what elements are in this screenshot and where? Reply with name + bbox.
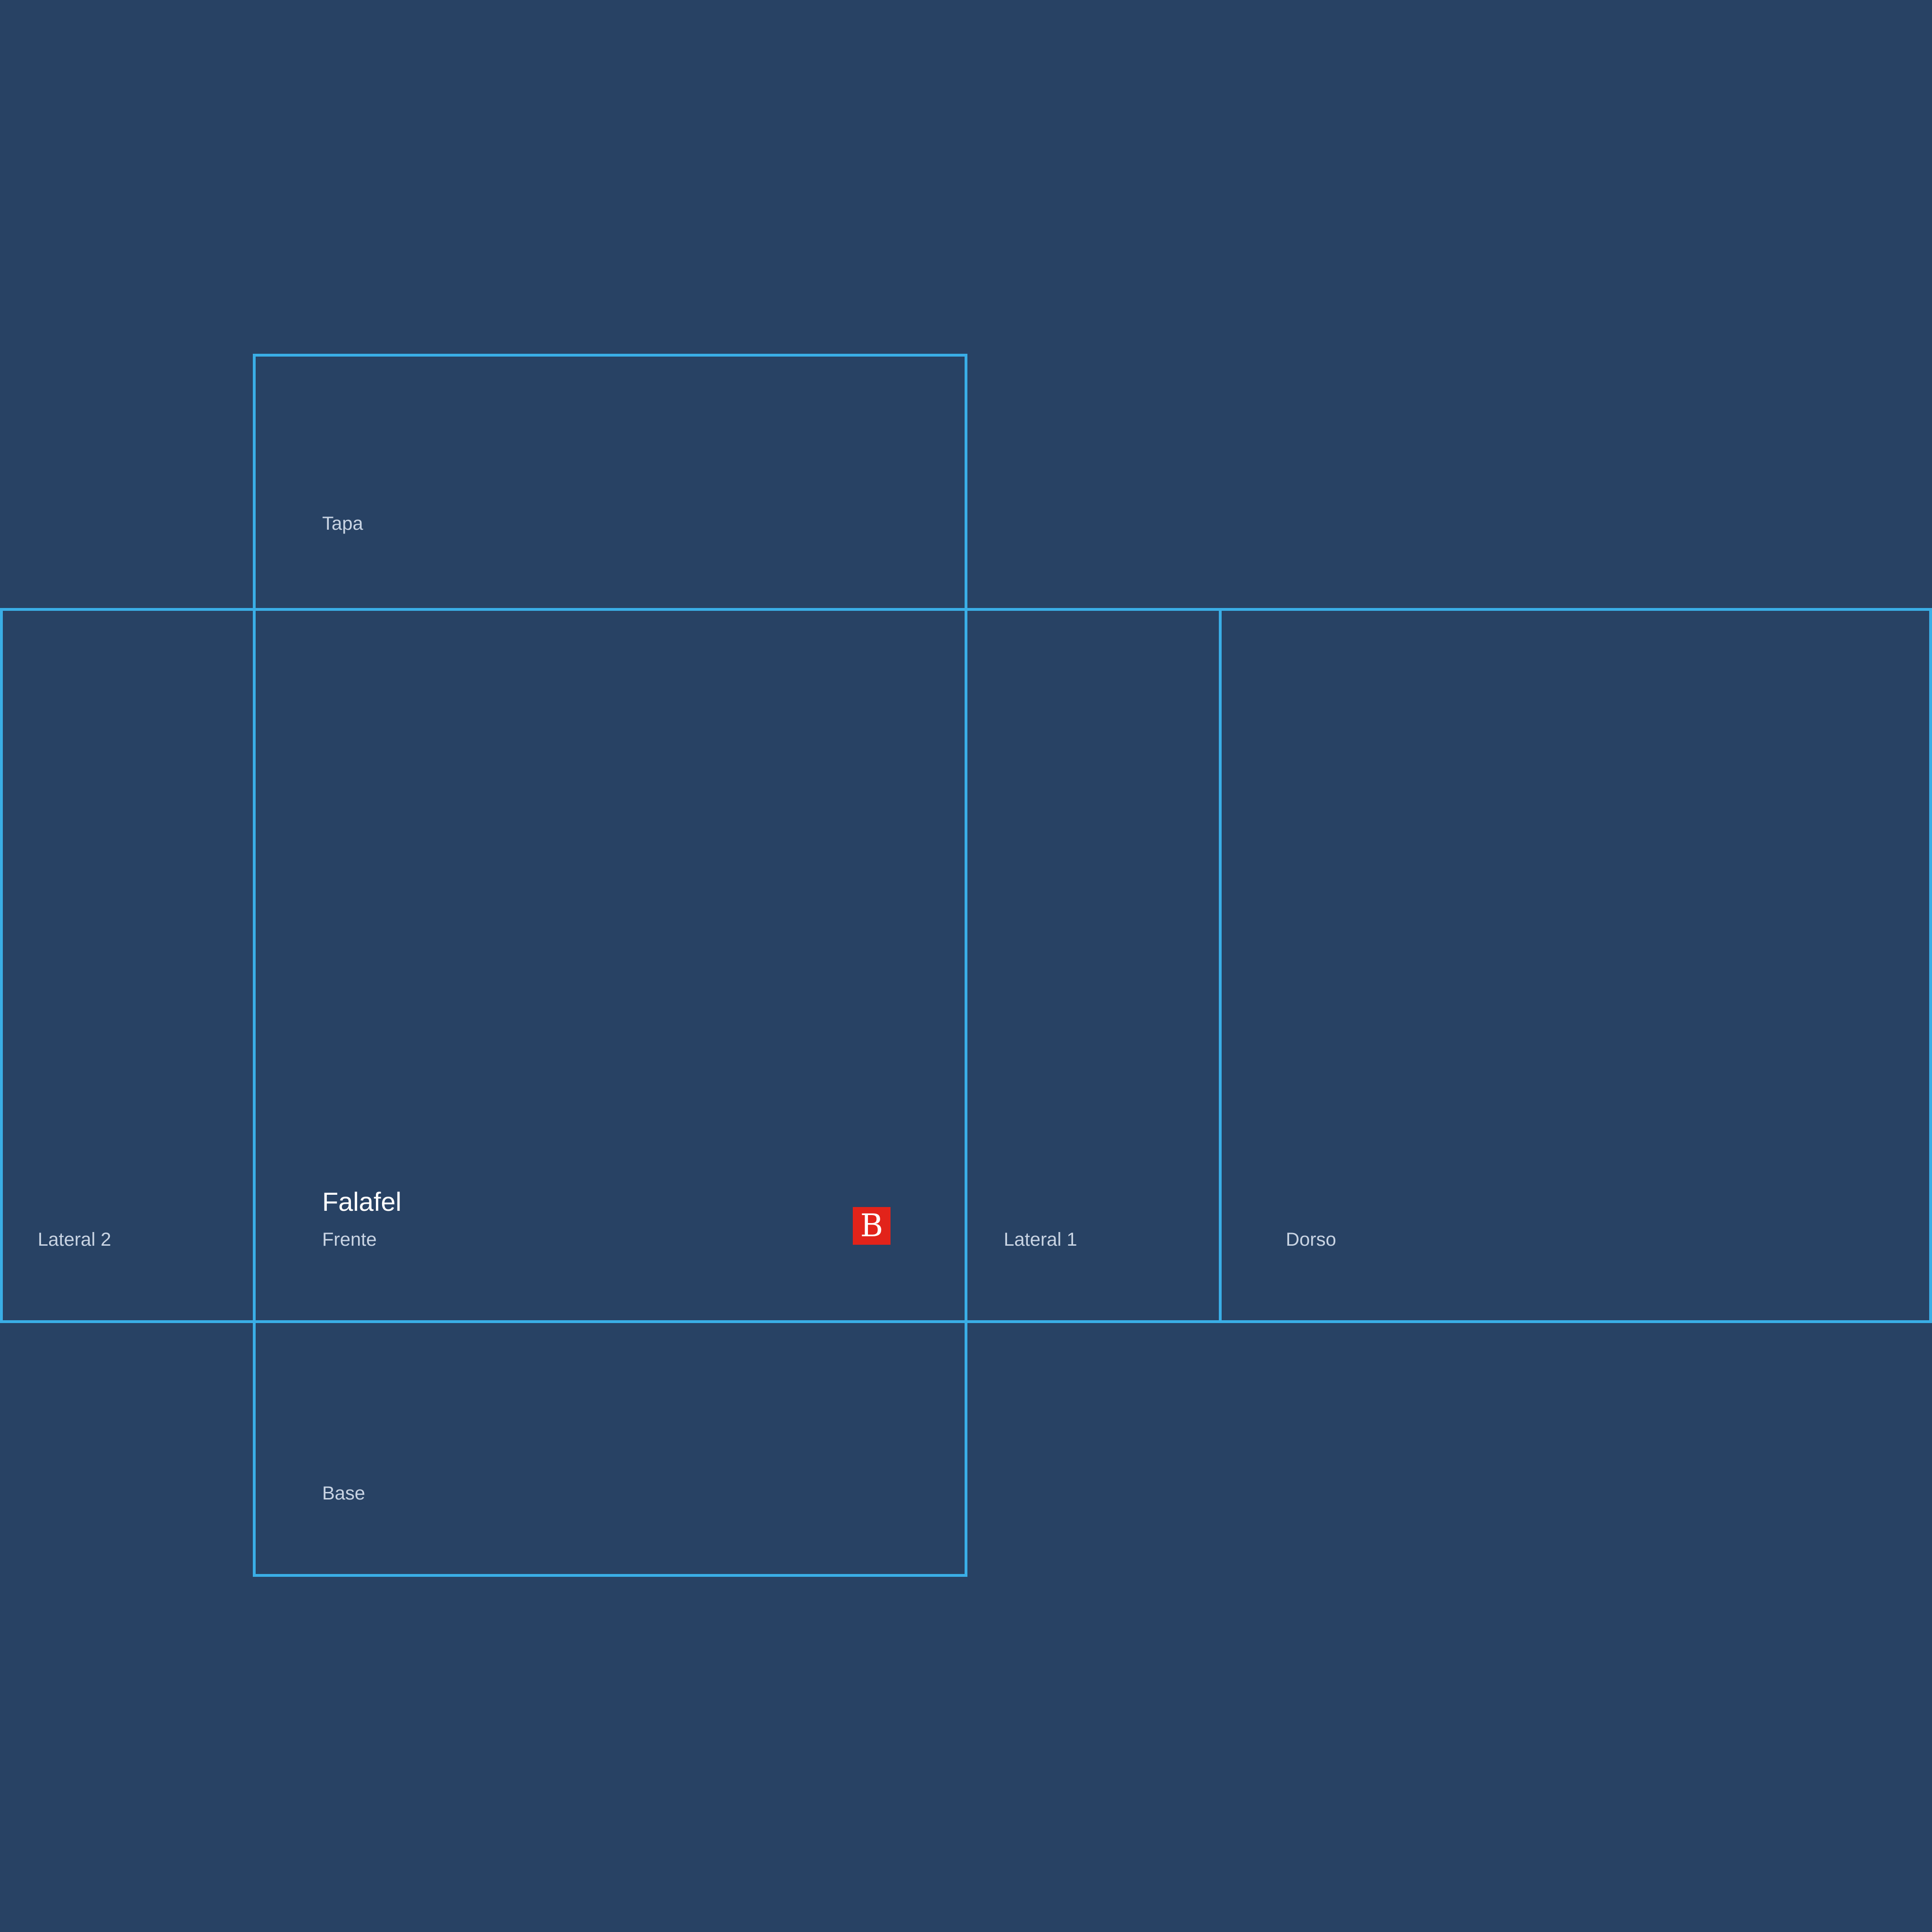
panel-lateral-2 [0,608,256,1323]
panel-tapa [253,354,967,611]
panel-label-lateral-1: Lateral 1 [1004,1229,1077,1250]
panel-lateral-1 [965,608,1222,1323]
box-dieline-canvas: Tapa Lateral 2 Falafel Frente B Lateral … [0,0,1932,1932]
panel-dorso [1219,608,1932,1323]
panel-label-dorso: Dorso [1286,1229,1336,1250]
panel-label-base: Base [322,1483,366,1504]
panel-base [253,1320,967,1577]
product-title: Falafel [322,1187,402,1216]
brand-logo: B [853,1207,891,1245]
panel-label-lateral-2: Lateral 2 [38,1229,111,1250]
panel-label-frente: Frente [322,1229,377,1250]
panel-label-tapa: Tapa [322,513,363,534]
